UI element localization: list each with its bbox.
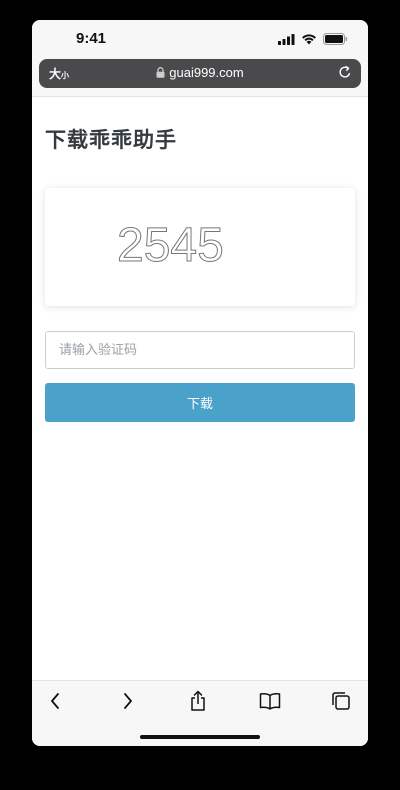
browser-toolbar <box>32 680 368 746</box>
captcha-card[interactable]: 2545 <box>45 188 355 306</box>
url-text: guai999.com <box>169 65 244 80</box>
status-icons <box>278 32 348 46</box>
tabs-icon <box>331 691 351 715</box>
battery-icon <box>323 30 348 49</box>
tabs-button[interactable] <box>326 691 356 715</box>
share-icon <box>189 690 207 716</box>
status-time: 9:41 <box>76 30 107 47</box>
bookmarks-button[interactable] <box>255 691 285 715</box>
forward-icon <box>122 692 134 714</box>
address-bar[interactable]: 大小 guai999.com <box>39 59 361 88</box>
status-bar: 9:41 <box>32 20 368 56</box>
page-title: 下载乖乖助手 <box>45 128 177 152</box>
url-display[interactable]: guai999.com <box>39 65 361 81</box>
share-button[interactable] <box>183 690 213 716</box>
captcha-code: 2545 <box>117 219 225 272</box>
forward-button[interactable] <box>113 691 143 715</box>
address-area: 大小 guai999.com <box>32 56 368 97</box>
back-button[interactable] <box>40 691 70 715</box>
captcha-input[interactable] <box>45 331 355 369</box>
wifi-icon <box>301 30 317 49</box>
home-indicator[interactable] <box>140 735 260 739</box>
reload-icon[interactable] <box>337 64 353 84</box>
phone-screen: 9:41 大小 guai999.com 下载乖乖助手 2545 请输入验证码 下… <box>32 20 368 746</box>
back-icon <box>49 692 61 714</box>
download-button[interactable]: 下载 <box>45 383 355 422</box>
lock-icon <box>156 66 165 81</box>
bookmarks-icon <box>259 692 281 714</box>
signal-icon <box>278 30 295 49</box>
